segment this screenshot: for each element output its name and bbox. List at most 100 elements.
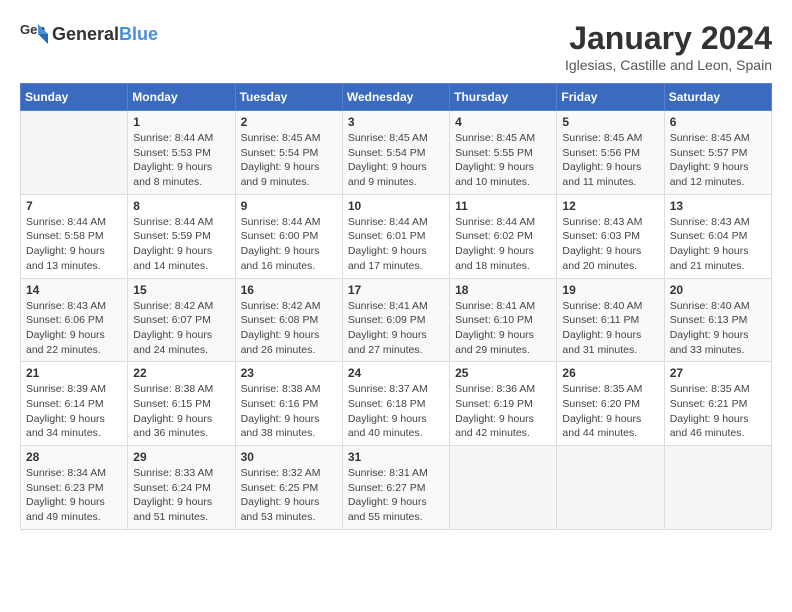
day-number: 23 [241, 366, 337, 380]
day-info: Sunrise: 8:45 AMSunset: 5:54 PMDaylight:… [241, 131, 337, 190]
day-info: Sunrise: 8:44 AMSunset: 6:01 PMDaylight:… [348, 215, 444, 274]
calendar-week-3: 14 Sunrise: 8:43 AMSunset: 6:06 PMDayligh… [21, 278, 772, 362]
calendar-cell: 2 Sunrise: 8:45 AMSunset: 5:54 PMDaylight… [235, 111, 342, 195]
calendar-cell: 11 Sunrise: 8:44 AMSunset: 6:02 PMDayligh… [450, 194, 557, 278]
day-number: 15 [133, 283, 229, 297]
calendar-cell: 30Sunrise: 8:32 AMSunset: 6:25 PMDayligh… [235, 446, 342, 530]
calendar-cell: 18 Sunrise: 8:41 AMSunset: 6:10 PMDayligh… [450, 278, 557, 362]
day-info: Sunrise: 8:38 AMSunset: 6:16 PMDaylight:… [241, 382, 337, 441]
calendar-cell: 5 Sunrise: 8:45 AMSunset: 5:56 PMDaylight… [557, 111, 664, 195]
day-number: 27 [670, 366, 766, 380]
day-info: Sunrise: 8:41 AMSunset: 6:10 PMDaylight:… [455, 299, 551, 358]
day-number: 6 [670, 115, 766, 129]
day-info: Sunrise: 8:35 AMSunset: 6:20 PMDaylight:… [562, 382, 658, 441]
day-number: 13 [670, 199, 766, 213]
calendar-cell: 7Sunrise: 8:44 AMSunset: 5:58 PMDaylight… [21, 194, 128, 278]
day-number: 22 [133, 366, 229, 380]
day-number: 17 [348, 283, 444, 297]
calendar-cell: 25 Sunrise: 8:36 AMSunset: 6:19 PMDayligh… [450, 362, 557, 446]
day-number: 14 [26, 283, 122, 297]
calendar-cell: 4 Sunrise: 8:45 AMSunset: 5:55 PMDaylight… [450, 111, 557, 195]
day-info: Sunrise: 8:40 AMSunset: 6:11 PMDaylight:… [562, 299, 658, 358]
day-info: Sunrise: 8:36 AMSunset: 6:19 PMDaylight:… [455, 382, 551, 441]
calendar-cell: 28Sunrise: 8:34 AMSunset: 6:23 PMDayligh… [21, 446, 128, 530]
calendar-week-1: 1Sunrise: 8:44 AMSunset: 5:53 PMDaylight… [21, 111, 772, 195]
day-info: Sunrise: 8:37 AMSunset: 6:18 PMDaylight:… [348, 382, 444, 441]
calendar-header-saturday: Saturday [664, 84, 771, 111]
calendar-cell: 15Sunrise: 8:42 AMSunset: 6:07 PMDayligh… [128, 278, 235, 362]
calendar-cell: 20 Sunrise: 8:40 AMSunset: 6:13 PMDayligh… [664, 278, 771, 362]
calendar-week-2: 7Sunrise: 8:44 AMSunset: 5:58 PMDaylight… [21, 194, 772, 278]
day-info: Sunrise: 8:43 AMSunset: 6:03 PMDaylight:… [562, 215, 658, 274]
day-number: 10 [348, 199, 444, 213]
day-info: Sunrise: 8:39 AMSunset: 6:14 PMDaylight:… [26, 382, 122, 441]
day-info: Sunrise: 8:45 AMSunset: 5:57 PMDaylight:… [670, 131, 766, 190]
page-header: Gen GeneralBlue January 2024 Iglesias, C… [20, 20, 772, 73]
day-info: Sunrise: 8:43 AMSunset: 6:04 PMDaylight:… [670, 215, 766, 274]
day-info: Sunrise: 8:44 AMSunset: 5:59 PMDaylight:… [133, 215, 229, 274]
day-number: 7 [26, 199, 122, 213]
calendar-header-tuesday: Tuesday [235, 84, 342, 111]
day-info: Sunrise: 8:42 AMSunset: 6:08 PMDaylight:… [241, 299, 337, 358]
day-info: Sunrise: 8:31 AMSunset: 6:27 PMDaylight:… [348, 466, 444, 525]
day-number: 5 [562, 115, 658, 129]
calendar-cell: 12 Sunrise: 8:43 AMSunset: 6:03 PMDayligh… [557, 194, 664, 278]
calendar-header-sunday: Sunday [21, 84, 128, 111]
calendar-header-friday: Friday [557, 84, 664, 111]
day-number: 8 [133, 199, 229, 213]
day-number: 18 [455, 283, 551, 297]
day-number: 24 [348, 366, 444, 380]
calendar-header: SundayMondayTuesdayWednesdayThursdayFrid… [21, 84, 772, 111]
day-info: Sunrise: 8:44 AMSunset: 6:00 PMDaylight:… [241, 215, 337, 274]
day-info: Sunrise: 8:43 AMSunset: 6:06 PMDaylight:… [26, 299, 122, 358]
page-title: January 2024 [565, 20, 772, 57]
day-info: Sunrise: 8:34 AMSunset: 6:23 PMDaylight:… [26, 466, 122, 525]
calendar-cell: 13 Sunrise: 8:43 AMSunset: 6:04 PMDayligh… [664, 194, 771, 278]
day-number: 29 [133, 450, 229, 464]
calendar-cell: 29 Sunrise: 8:33 AMSunset: 6:24 PMDayligh… [128, 446, 235, 530]
calendar-header-monday: Monday [128, 84, 235, 111]
day-info: Sunrise: 8:41 AMSunset: 6:09 PMDaylight:… [348, 299, 444, 358]
day-number: 11 [455, 199, 551, 213]
calendar-cell [557, 446, 664, 530]
day-number: 2 [241, 115, 337, 129]
page-subtitle: Iglesias, Castille and Leon, Spain [565, 57, 772, 73]
calendar-cell [664, 446, 771, 530]
calendar-cell: 16 Sunrise: 8:42 AMSunset: 6:08 PMDayligh… [235, 278, 342, 362]
calendar-cell [21, 111, 128, 195]
calendar-week-4: 21 Sunrise: 8:39 AMSunset: 6:14 PMDayligh… [21, 362, 772, 446]
calendar-cell [450, 446, 557, 530]
day-number: 4 [455, 115, 551, 129]
calendar-cell: 1Sunrise: 8:44 AMSunset: 5:53 PMDaylight… [128, 111, 235, 195]
day-info: Sunrise: 8:40 AMSunset: 6:13 PMDaylight:… [670, 299, 766, 358]
day-info: Sunrise: 8:38 AMSunset: 6:15 PMDaylight:… [133, 382, 229, 441]
calendar-cell: 10 Sunrise: 8:44 AMSunset: 6:01 PMDayligh… [342, 194, 449, 278]
calendar-table: SundayMondayTuesdayWednesdayThursdayFrid… [20, 83, 772, 530]
day-number: 9 [241, 199, 337, 213]
day-number: 30 [241, 450, 337, 464]
day-number: 21 [26, 366, 122, 380]
day-info: Sunrise: 8:45 AMSunset: 5:56 PMDaylight:… [562, 131, 658, 190]
day-number: 16 [241, 283, 337, 297]
day-info: Sunrise: 8:45 AMSunset: 5:54 PMDaylight:… [348, 131, 444, 190]
day-info: Sunrise: 8:45 AMSunset: 5:55 PMDaylight:… [455, 131, 551, 190]
calendar-cell: 27 Sunrise: 8:35 AMSunset: 6:21 PMDayligh… [664, 362, 771, 446]
calendar-cell: 17 Sunrise: 8:41 AMSunset: 6:09 PMDayligh… [342, 278, 449, 362]
day-number: 25 [455, 366, 551, 380]
calendar-cell: 31Sunrise: 8:31 AMSunset: 6:27 PMDayligh… [342, 446, 449, 530]
calendar-cell: 26 Sunrise: 8:35 AMSunset: 6:20 PMDayligh… [557, 362, 664, 446]
calendar-cell: 21 Sunrise: 8:39 AMSunset: 6:14 PMDayligh… [21, 362, 128, 446]
day-info: Sunrise: 8:44 AMSunset: 6:02 PMDaylight:… [455, 215, 551, 274]
day-info: Sunrise: 8:35 AMSunset: 6:21 PMDaylight:… [670, 382, 766, 441]
logo-text-blue: Blue [119, 24, 158, 44]
day-info: Sunrise: 8:44 AMSunset: 5:53 PMDaylight:… [133, 131, 229, 190]
calendar-cell: 23 Sunrise: 8:38 AMSunset: 6:16 PMDayligh… [235, 362, 342, 446]
calendar-cell: 24 Sunrise: 8:37 AMSunset: 6:18 PMDayligh… [342, 362, 449, 446]
day-number: 12 [562, 199, 658, 213]
calendar-header-thursday: Thursday [450, 84, 557, 111]
day-number: 20 [670, 283, 766, 297]
calendar-header-wednesday: Wednesday [342, 84, 449, 111]
calendar-cell: 8 Sunrise: 8:44 AMSunset: 5:59 PMDaylight… [128, 194, 235, 278]
day-info: Sunrise: 8:33 AMSunset: 6:24 PMDaylight:… [133, 466, 229, 525]
day-number: 26 [562, 366, 658, 380]
